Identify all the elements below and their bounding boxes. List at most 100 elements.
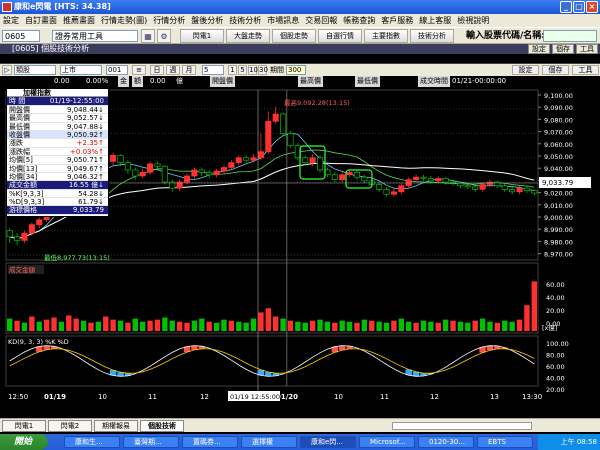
play-icon[interactable]: ▷ [2, 65, 12, 75]
taskbar-item-1[interactable]: 臺灣期... [123, 436, 179, 448]
volume-bar [420, 320, 427, 331]
minimize-button[interactable]: _ [560, 1, 572, 13]
volume-bar [125, 322, 131, 331]
code-select[interactable]: 0605 [2, 30, 40, 42]
grid-icon[interactable]: ▦ [141, 29, 155, 43]
window-titlebar: 康和e閃電 [HTS: 34.38] _ □ × [0, 0, 600, 14]
menu-item-7[interactable]: 市場訊息 [264, 14, 302, 27]
system-tray: 上午 08:58 [538, 434, 600, 450]
taskbar-item-0[interactable]: 康和生... [64, 436, 120, 448]
kd-tick: 80.00 [546, 352, 565, 360]
sheet-tab-2[interactable]: 期權報易 [94, 420, 138, 432]
type-select[interactable]: 類股 [14, 65, 56, 75]
volume-bar [154, 319, 161, 331]
volume-bar [324, 321, 331, 331]
code-field[interactable]: 001 [106, 65, 128, 75]
price-tick: 9,060.00 [544, 141, 573, 149]
taskbar: 開始 康和生... 臺灣期... 置碼券... 選擇權 康和e閃... Microsof.… [0, 434, 600, 450]
info-bar: 0.00 0.00% 金 額 0.00 億 開盤價 最高價 最低價 成交時間 0… [0, 76, 600, 87]
range-button-3[interactable]: 30 [258, 65, 268, 75]
volume-bar [487, 321, 493, 331]
range-button-2[interactable]: 10 [248, 65, 258, 75]
taskbar-item-2[interactable]: 置碼券... [182, 436, 238, 448]
volume-bar [472, 320, 478, 331]
volume-bar [7, 318, 13, 331]
volume-bar [398, 318, 404, 331]
taskbar-item-4[interactable]: 康和e閃... [300, 436, 356, 448]
taskbar-item-7[interactable]: EBTS [477, 436, 533, 448]
toolbar-button-4[interactable]: 主要指數 [364, 29, 408, 43]
volume-bar [258, 312, 264, 331]
menu-item-10[interactable]: 客戶服務 [378, 14, 416, 27]
menu-item-12[interactable]: 檢視說明 [454, 14, 492, 27]
menu-item-0[interactable]: 設定 [0, 14, 22, 27]
volume-bar [442, 319, 449, 331]
volume-bar [516, 319, 523, 331]
menu-icon[interactable]: ≡ [132, 65, 146, 75]
panel-button-1[interactable]: 個存 [552, 44, 574, 54]
quote-row: %K[9,3,3] 54.28↓ [7, 190, 108, 199]
quote-row-label: 漲跌 [9, 139, 23, 148]
time-tick: 11 [148, 393, 157, 401]
toolbar-button-3[interactable]: 自選行情 [318, 29, 362, 43]
horizontal-scrollbar[interactable] [392, 422, 532, 430]
minute-select[interactable]: 5 [202, 65, 224, 75]
panel-button-2[interactable]: 工具 [576, 44, 598, 54]
toolbar-button-2[interactable]: 個股走勢 [272, 29, 316, 43]
price-tick: 9,040.00 [544, 165, 573, 173]
taskbar-item-5[interactable]: Microsof... [359, 436, 415, 448]
volume-bar [103, 316, 109, 331]
candle [287, 131, 294, 149]
menu-item-3[interactable]: 行情走勢(圖) [98, 14, 150, 27]
volume-bar [243, 322, 249, 331]
taskbar-item-6[interactable]: 0120-30... [418, 436, 474, 448]
price-tick: 9,070.00 [544, 129, 573, 137]
volume-bar [228, 320, 235, 331]
menu-item-2[interactable]: 推薦畫面 [60, 14, 98, 27]
menu-item-1[interactable]: 自訂畫面 [22, 14, 60, 27]
period-button-1[interactable]: 週 [166, 65, 180, 75]
settings-icon[interactable]: ⚙ [157, 29, 171, 43]
control-button-0[interactable]: 設定 [512, 65, 539, 75]
kd-tick: 100.00 [546, 340, 569, 348]
time-tick: 10 [334, 393, 343, 401]
menu-item-4[interactable]: 行情分析 [150, 14, 188, 27]
volume-bar [213, 322, 220, 331]
toolbar-button-5[interactable]: 技術分析 [410, 29, 454, 43]
period-button-0[interactable]: 日 [150, 65, 164, 75]
control-button-1[interactable]: 個存 [542, 65, 569, 75]
toolbar-button-1[interactable]: 大盤走勢 [226, 29, 270, 43]
close-button[interactable]: × [586, 1, 598, 13]
start-button[interactable]: 開始 [0, 434, 48, 450]
menu-item-11[interactable]: 線上客服 [416, 14, 454, 27]
menu-item-6[interactable]: 技術分析 [226, 14, 264, 27]
maximize-button[interactable]: □ [573, 1, 585, 13]
taskbar-item-3[interactable]: 選擇權 [241, 436, 297, 448]
volume-bar [317, 319, 323, 331]
sheet-tab-3[interactable]: 個股技術 [140, 420, 184, 432]
sheet-tabs: 閃電1 閃電2 期權報易 個股技術 [0, 418, 600, 432]
menu-item-9[interactable]: 帳務查詢 [340, 14, 378, 27]
toolbar-button-0[interactable]: 閃電1 [180, 29, 224, 43]
stock-input[interactable] [543, 30, 597, 42]
period-field[interactable]: 300 [286, 65, 306, 75]
period-button-2[interactable]: 月 [182, 65, 196, 75]
sheet-tab-1[interactable]: 閃電2 [48, 420, 92, 432]
panel-button-0[interactable]: 設定 [528, 44, 550, 54]
market-select[interactable]: 上市 [60, 65, 102, 75]
menu-item-8[interactable]: 交易回報 [302, 14, 340, 27]
quote-row: 均價[5] 9,050.71↑ [7, 156, 108, 165]
menu-item-5[interactable]: 盤後分析 [188, 14, 226, 27]
kd-tick: 40.00 [546, 375, 565, 383]
range-button-1[interactable]: 5 [238, 65, 247, 75]
candle [161, 165, 168, 185]
volume-bar [80, 320, 87, 331]
range-button-0[interactable]: 1 [228, 65, 237, 75]
control-button-2[interactable]: 工具 [572, 65, 599, 75]
tool-select[interactable]: 證券常用工具 [52, 30, 138, 42]
panel-title: [0605] 個股技術分析 [12, 44, 90, 53]
quote-row-label: 開盤價 [9, 105, 30, 114]
candle [316, 155, 324, 173]
sheet-tab-0[interactable]: 閃電1 [2, 420, 46, 432]
quote-row-value: 61.79↓ [78, 198, 104, 207]
